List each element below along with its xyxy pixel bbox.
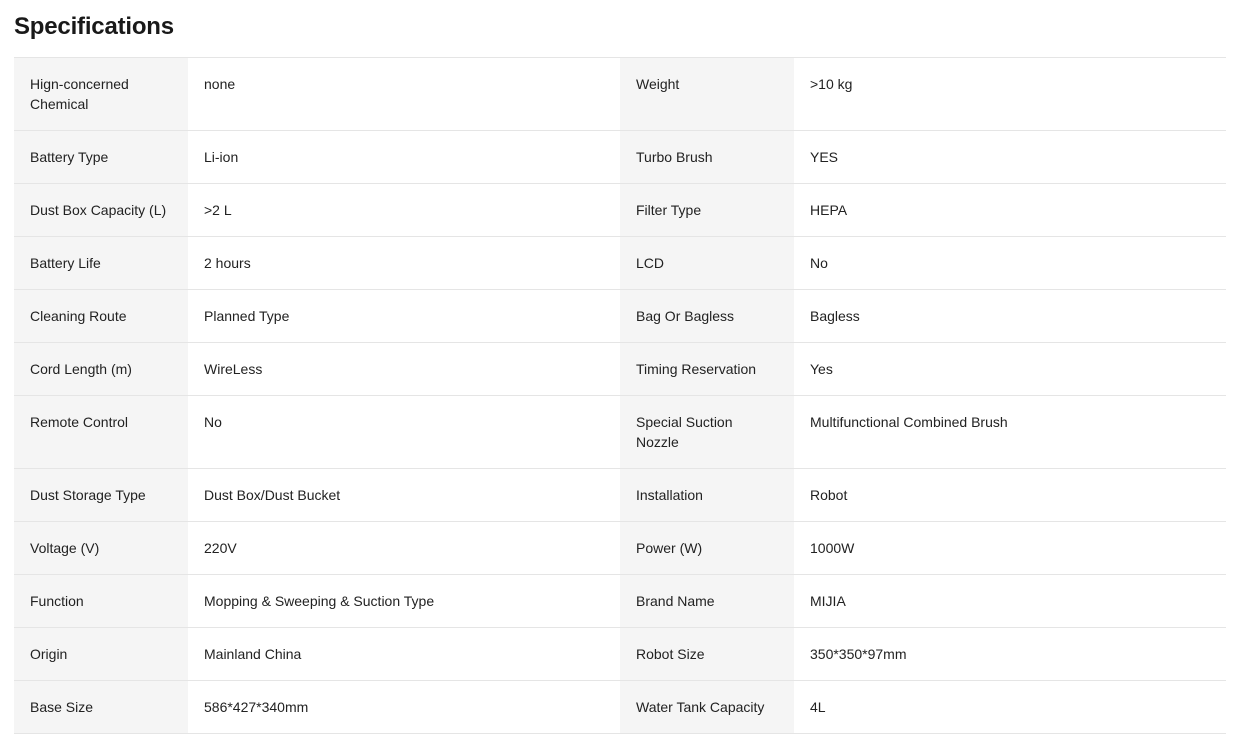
spec-label: Power (W): [620, 522, 794, 574]
table-row: Hign-concerned Chemical none Weight >10 …: [14, 58, 1226, 131]
spec-label: Battery Type: [14, 131, 188, 183]
spec-value: 350*350*97mm: [794, 628, 1226, 680]
spec-label: Battery Life: [14, 237, 188, 289]
spec-value: Bagless: [794, 290, 1226, 342]
spec-value: >10 kg: [794, 58, 1226, 130]
table-row: Voltage (V) 220V Power (W) 1000W: [14, 522, 1226, 575]
spec-label: Cord Length (m): [14, 343, 188, 395]
spec-value: No: [188, 396, 620, 468]
spec-label: LCD: [620, 237, 794, 289]
spec-label: Base Size: [14, 681, 188, 733]
spec-value: HEPA: [794, 184, 1226, 236]
spec-label: Cleaning Route: [14, 290, 188, 342]
spec-value: >2 L: [188, 184, 620, 236]
spec-value: 220V: [188, 522, 620, 574]
spec-label: Hign-concerned Chemical: [14, 58, 188, 130]
spec-label: Bag Or Bagless: [620, 290, 794, 342]
spec-value: 4L: [794, 681, 1226, 733]
spec-value: Mopping & Sweeping & Suction Type: [188, 575, 620, 627]
spec-label: Dust Box Capacity (L): [14, 184, 188, 236]
table-row: Origin Mainland China Robot Size 350*350…: [14, 628, 1226, 681]
table-row: Dust Box Capacity (L) >2 L Filter Type H…: [14, 184, 1226, 237]
spec-value: Planned Type: [188, 290, 620, 342]
spec-value: WireLess: [188, 343, 620, 395]
table-row: Cord Length (m) WireLess Timing Reservat…: [14, 343, 1226, 396]
table-row: Base Size 586*427*340mm Water Tank Capac…: [14, 681, 1226, 734]
spec-value: Dust Box/Dust Bucket: [188, 469, 620, 521]
spec-value: Yes: [794, 343, 1226, 395]
spec-value: Mainland China: [188, 628, 620, 680]
spec-value: Multifunctional Combined Brush: [794, 396, 1226, 468]
spec-value: YES: [794, 131, 1226, 183]
spec-value: none: [188, 58, 620, 130]
spec-label: Dust Storage Type: [14, 469, 188, 521]
spec-label: Voltage (V): [14, 522, 188, 574]
spec-label: Turbo Brush: [620, 131, 794, 183]
table-row: Remote Control No Special Suction Nozzle…: [14, 396, 1226, 469]
spec-value: MIJIA: [794, 575, 1226, 627]
spec-label: Brand Name: [620, 575, 794, 627]
spec-label: Robot Size: [620, 628, 794, 680]
spec-value: 1000W: [794, 522, 1226, 574]
page-title: Specifications: [14, 13, 174, 40]
specifications-table: Hign-concerned Chemical none Weight >10 …: [14, 57, 1226, 734]
spec-value: Robot: [794, 469, 1226, 521]
spec-label: Weight: [620, 58, 794, 130]
spec-label: Timing Reservation: [620, 343, 794, 395]
table-row: Dust Storage Type Dust Box/Dust Bucket I…: [14, 469, 1226, 522]
table-row: Battery Life 2 hours LCD No: [14, 237, 1226, 290]
table-row: Function Mopping & Sweeping & Suction Ty…: [14, 575, 1226, 628]
table-row: Battery Type Li-ion Turbo Brush YES: [14, 131, 1226, 184]
spec-label: Filter Type: [620, 184, 794, 236]
spec-value: No: [794, 237, 1226, 289]
spec-label: Function: [14, 575, 188, 627]
spec-label: Origin: [14, 628, 188, 680]
spec-value: 2 hours: [188, 237, 620, 289]
table-row: Cleaning Route Planned Type Bag Or Bagle…: [14, 290, 1226, 343]
spec-label: Special Suction Nozzle: [620, 396, 794, 468]
spec-label: Installation: [620, 469, 794, 521]
spec-value: 586*427*340mm: [188, 681, 620, 733]
spec-label: Water Tank Capacity: [620, 681, 794, 733]
spec-value: Li-ion: [188, 131, 620, 183]
spec-label: Remote Control: [14, 396, 188, 468]
